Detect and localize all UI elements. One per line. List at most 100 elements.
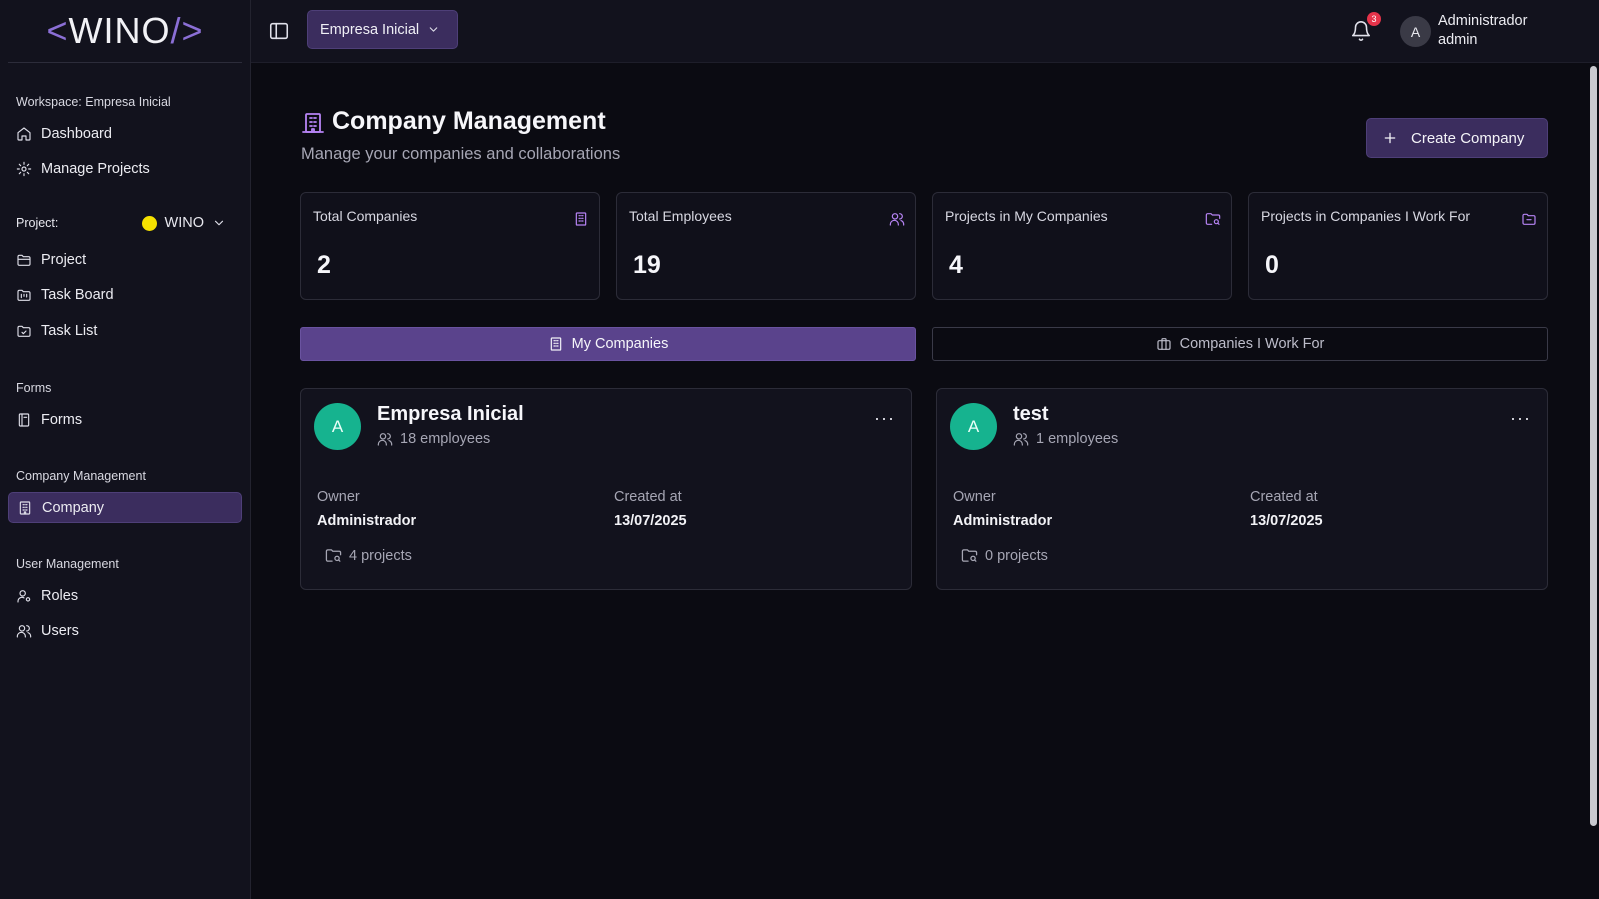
folder-open-icon	[16, 252, 32, 268]
users-section-label: User Management	[16, 557, 119, 571]
project-color-dot	[141, 215, 157, 231]
company-projects-text: 4 projects	[349, 547, 412, 564]
folder-search-icon	[325, 547, 342, 564]
create-company-label: Create Company	[1411, 129, 1525, 147]
user-cog-icon	[16, 588, 32, 604]
folder-check-icon	[16, 323, 32, 339]
company-section-label: Company Management	[16, 469, 146, 483]
folder-kanban-icon	[16, 287, 32, 303]
project-section-label: Project:	[16, 216, 59, 230]
building-icon	[301, 111, 325, 135]
sidebar-item-roles[interactable]: Roles	[8, 580, 242, 611]
more-options-icon[interactable]: ···	[1510, 409, 1531, 427]
sidebar-item-label: Manage Projects	[41, 160, 150, 177]
plus-icon	[1383, 131, 1397, 145]
stat-label: Projects in Companies I Work For	[1261, 208, 1471, 224]
owner-label: Owner	[317, 489, 360, 505]
stat-card-projects-my-companies: Projects in My Companies 4	[932, 192, 1232, 300]
users-icon	[889, 211, 905, 227]
stat-card-projects-work-for: Projects in Companies I Work For 0	[1248, 192, 1548, 300]
sidebar-item-task-board[interactable]: Task Board	[8, 279, 242, 310]
stat-card-total-employees: Total Employees 19	[616, 192, 916, 300]
users-icon	[1013, 431, 1029, 447]
company-projects: 4 projects	[325, 547, 412, 564]
company-select[interactable]: Empresa Inicial	[307, 10, 458, 49]
company-select-label: Empresa Inicial	[320, 21, 420, 38]
folder-search-icon	[961, 547, 978, 564]
sidebar-item-company[interactable]: Company	[8, 492, 242, 523]
sidebar-item-label: Dashboard	[41, 125, 112, 142]
logo-right-bracket: />	[170, 10, 204, 51]
project-selected-name: WINO	[164, 215, 204, 231]
sidebar-item-dashboard[interactable]: Dashboard	[8, 118, 242, 149]
sidebar-item-manage-projects[interactable]: Manage Projects	[8, 153, 242, 184]
scrollbar-thumb[interactable]	[1590, 66, 1597, 826]
users-icon	[16, 623, 32, 639]
user-role: admin	[1438, 32, 1478, 48]
created-label: Created at	[614, 489, 682, 505]
owner-value: Administrador	[953, 513, 1053, 529]
user-name: Administrador	[1438, 13, 1528, 29]
stat-label: Total Companies	[313, 208, 418, 224]
company-employees-text: 1 employees	[1036, 431, 1119, 447]
company-name: Empresa Inicial	[377, 403, 524, 425]
stat-card-total-companies: Total Companies 2	[300, 192, 600, 300]
sidebar-item-label: Company	[42, 499, 105, 516]
company-card[interactable]: A Empresa Inicial 18 employees ··· Owner…	[300, 388, 912, 590]
owner-value: Administrador	[317, 513, 417, 529]
stat-label: Total Employees	[629, 208, 732, 224]
folder-icon	[1521, 211, 1537, 227]
sidebar-toggle-icon[interactable]	[268, 20, 290, 42]
app-logo[interactable]: <WINO/>	[8, 0, 242, 63]
company-card[interactable]: A test 1 employees ··· Owner Administrad…	[936, 388, 1548, 590]
stat-value: 2	[317, 251, 331, 279]
owner-label: Owner	[953, 489, 996, 505]
company-avatar: A	[950, 403, 997, 450]
building-icon	[573, 211, 589, 227]
building-icon	[17, 500, 33, 516]
created-label: Created at	[1250, 489, 1318, 505]
sidebar-item-forms[interactable]: Forms	[8, 404, 242, 435]
topbar: Empresa Inicial 3 A Administrador admin	[251, 0, 1599, 63]
notification-badge: 3	[1367, 12, 1381, 26]
sidebar-item-label: Task Board	[41, 286, 114, 303]
more-options-icon[interactable]: ···	[874, 409, 895, 427]
chevron-down-icon	[212, 216, 226, 230]
project-dropdown[interactable]: WINO	[141, 215, 226, 231]
page-subtitle: Manage your companies and collaborations	[301, 145, 621, 163]
gear-icon	[16, 161, 32, 177]
sidebar-item-users[interactable]: Users	[8, 615, 242, 646]
sidebar-item-label: Users	[41, 622, 79, 639]
create-company-button[interactable]: Create Company	[1366, 118, 1548, 158]
page-title: Company Management	[332, 107, 606, 135]
company-projects-text: 0 projects	[985, 547, 1048, 564]
tab-my-companies[interactable]: My Companies	[300, 327, 916, 361]
tab-label: My Companies	[571, 336, 669, 352]
notebook-icon	[16, 412, 32, 428]
company-employees-text: 18 employees	[400, 431, 491, 447]
sidebar: <WINO/> Workspace: Empresa Inicial Dashb…	[0, 0, 251, 899]
company-employees: 1 employees	[1013, 431, 1118, 447]
user-avatar[interactable]: A	[1400, 16, 1431, 47]
sidebar-item-label: Project	[41, 251, 87, 268]
sidebar-item-label: Task List	[41, 322, 98, 339]
stat-label: Projects in My Companies	[945, 208, 1108, 224]
workspace-section-label: Workspace: Empresa Inicial	[16, 95, 171, 109]
stat-value: 4	[949, 251, 963, 279]
created-value: 13/07/2025	[1250, 513, 1323, 529]
sidebar-item-project[interactable]: Project	[8, 244, 242, 275]
logo-name: WINO	[68, 10, 171, 51]
company-employees: 18 employees	[377, 431, 490, 447]
home-icon	[16, 126, 32, 142]
tab-label: Companies I Work For	[1179, 336, 1325, 352]
project-selector-row: Project: WINO	[16, 212, 226, 234]
folder-search-icon	[1205, 211, 1221, 227]
company-name: test	[1013, 403, 1049, 425]
tab-companies-i-work-for[interactable]: Companies I Work For	[932, 327, 1548, 361]
forms-section-label: Forms	[16, 381, 52, 395]
building-icon	[548, 336, 564, 352]
created-value: 13/07/2025	[614, 513, 687, 529]
briefcase-icon	[1156, 336, 1172, 352]
sidebar-item-task-list[interactable]: Task List	[8, 315, 242, 346]
chevron-down-icon	[427, 23, 440, 36]
